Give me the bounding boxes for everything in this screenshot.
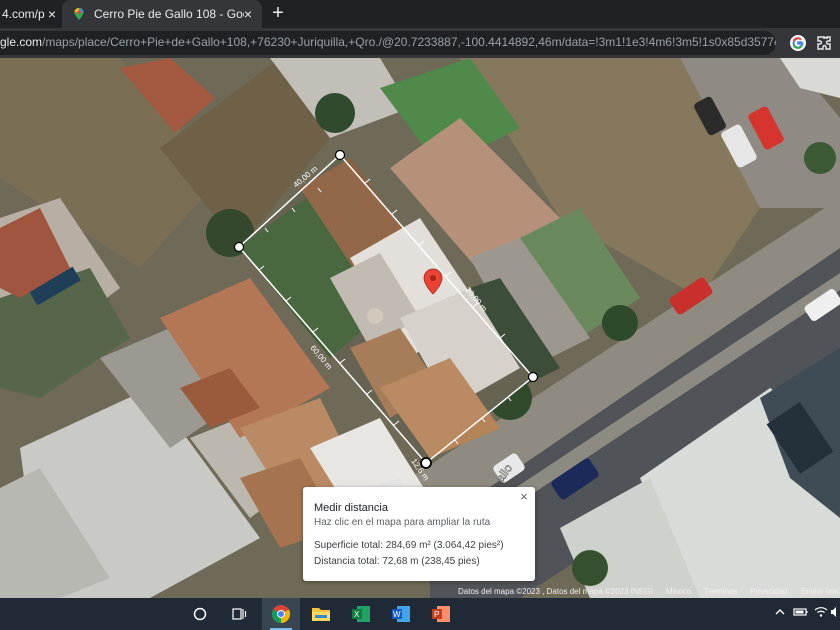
google-maps-favicon-icon xyxy=(74,8,84,20)
powerpoint-icon: P xyxy=(432,606,450,622)
svg-text:X: X xyxy=(354,610,360,619)
battery-icon[interactable] xyxy=(793,606,809,622)
tab-inactive[interactable]: 4.com/p × xyxy=(0,0,62,28)
card-hint: Haz clic en el mapa para ampliar la ruta xyxy=(314,517,491,528)
measured-area-outline xyxy=(237,153,535,465)
svg-text:W: W xyxy=(393,610,401,619)
total-distance: Distancia total: 72,68 m (238,45 pies) xyxy=(314,556,480,567)
close-icon[interactable]: × xyxy=(517,490,531,504)
chrome-icon xyxy=(271,605,291,623)
tab-title: 4.com/p xyxy=(2,7,45,21)
new-tab-button[interactable]: + xyxy=(268,3,288,24)
extensions-icon[interactable] xyxy=(815,34,833,52)
total-area: Superficie total: 284,69 m² (3.064,42 pi… xyxy=(314,540,504,551)
svg-text:P: P xyxy=(434,610,439,619)
file-explorer-taskbar-button[interactable] xyxy=(302,598,340,630)
file-explorer-icon xyxy=(312,608,330,621)
browser-toolbar: gle.com/maps/place/Cerro+Pie+de+Gallo+10… xyxy=(0,28,840,58)
url-host: gle.com xyxy=(0,35,43,49)
chrome-taskbar-button[interactable] xyxy=(262,598,300,630)
excel-taskbar-button[interactable]: X xyxy=(342,598,380,630)
privacy-link[interactable]: Privacidad xyxy=(750,587,787,596)
browser-tab-strip: 4.com/p × Cerro Pie de Gallo 108 - Googl… xyxy=(0,0,840,28)
card-title: Medir distancia xyxy=(314,502,388,514)
word-icon: W xyxy=(392,606,410,622)
terms-link[interactable]: Términos xyxy=(704,587,737,596)
measure-distance-card: Medir distancia Haz clic en el mapa para… xyxy=(303,487,535,581)
search-button[interactable] xyxy=(181,598,219,630)
excel-icon: X xyxy=(352,606,370,622)
close-icon[interactable]: × xyxy=(44,6,60,22)
close-icon[interactable]: × xyxy=(240,6,256,22)
url-path: /maps/place/Cerro+Pie+de+Gallo+108,+7623… xyxy=(42,35,776,49)
google-icon[interactable] xyxy=(789,34,807,52)
address-bar[interactable]: gle.com/maps/place/Cerro+Pie+de+Gallo+10… xyxy=(0,31,776,55)
powerpoint-taskbar-button[interactable]: P xyxy=(422,598,460,630)
feedback-link[interactable]: Enviar con xyxy=(801,587,839,596)
wifi-icon[interactable] xyxy=(813,606,829,622)
tab-active-google-maps[interactable]: Cerro Pie de Gallo 108 - Google I × xyxy=(62,0,262,28)
windows-taskbar: X W P xyxy=(0,598,840,630)
search-icon xyxy=(193,607,207,621)
chevron-up-icon[interactable] xyxy=(772,606,788,622)
volume-icon[interactable] xyxy=(830,606,840,622)
measure-vertex[interactable] xyxy=(527,371,539,383)
task-view-icon xyxy=(232,608,247,620)
measure-vertex[interactable] xyxy=(233,241,245,253)
country-link[interactable]: México xyxy=(666,587,691,596)
url-text: gle.com/maps/place/Cerro+Pie+de+Gallo+10… xyxy=(0,35,776,49)
attribution-text: Datos del mapa ©2023 , Datos del mapa ©2… xyxy=(458,587,653,596)
tab-title: Cerro Pie de Gallo 108 - Google I xyxy=(94,7,244,21)
street-label: allo xyxy=(493,461,515,485)
measure-vertex[interactable] xyxy=(334,149,346,161)
task-view-button[interactable] xyxy=(220,598,258,630)
word-taskbar-button[interactable]: W xyxy=(382,598,420,630)
map-attribution: Datos del mapa ©2023 , Datos del mapa ©2… xyxy=(454,585,840,598)
